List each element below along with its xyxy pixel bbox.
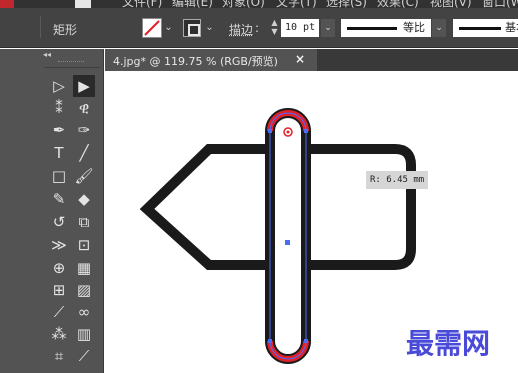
menu-object[interactable]: 对象(O) — [222, 0, 265, 8]
symbol-sprayer-tool-icon[interactable]: ⁂ — [48, 323, 70, 345]
shape-builder-tool-icon[interactable]: ⊕ — [48, 257, 70, 279]
blend-tool-icon[interactable]: ∞ — [73, 301, 95, 323]
stroke-weight-spinner-icon[interactable]: ▲ ▼ — [270, 18, 279, 38]
free-transform-tool-icon[interactable]: ⊡ — [73, 234, 95, 256]
anchor-point[interactable] — [304, 129, 308, 133]
rectangle-tool-icon[interactable]: □ — [48, 165, 70, 187]
brush-definition[interactable]: 基本 — [453, 19, 518, 37]
control-bar: 矩形 ⌄ ⌄ 描边 : ▲▼ 10 pt ⌄ 等比 ⌄ 基本 — [0, 8, 518, 48]
paintbrush-tool-icon[interactable]: 🖌 — [73, 165, 95, 187]
artboard-canvas[interactable]: R: 6.45 mm 最需网 — [105, 71, 518, 373]
anchor-point[interactable] — [304, 339, 308, 343]
menu-edit[interactable]: 编辑(E) — [172, 0, 213, 8]
control-bar-grip — [40, 16, 41, 38]
app-logo-icon — [0, 0, 14, 8]
live-corner-widget-dot — [286, 130, 290, 134]
width-tool-icon[interactable]: ≫ — [48, 234, 70, 256]
panel-grip — [58, 61, 84, 64]
anchor-point[interactable] — [268, 129, 272, 133]
magic-wand-tool-icon[interactable]: ⁑ — [48, 97, 70, 119]
artboard-tool-icon[interactable]: ⌗ — [48, 345, 70, 367]
collapse-panel-icon[interactable]: ◂◂ — [43, 50, 51, 59]
shaper-tool-icon[interactable]: ✎ — [48, 188, 70, 210]
lasso-tool-icon[interactable]: ዊ — [73, 97, 95, 119]
slice-tool-icon[interactable]: ⟋ — [73, 345, 95, 367]
type-tool-icon[interactable]: T — [48, 142, 70, 164]
menu-effect[interactable]: 效果(C) — [377, 0, 419, 8]
menu-type[interactable]: 文字(T) — [276, 0, 317, 8]
brush-line-preview — [459, 27, 501, 30]
eyedropper-tool-icon[interactable]: ⟋ — [48, 301, 70, 323]
fill-swatch[interactable] — [142, 18, 162, 38]
tools-panel: ◂◂ ▷ ▶ ⁑ ዊ ✒ ✑ T ╱ □ 🖌 ✎ ◆ ↺ ⧉ ≫ ⊡ ⊕ ▦ ⊞… — [40, 49, 104, 373]
menu-select[interactable]: 选择(S) — [326, 0, 367, 8]
stroke-dropdown-icon[interactable]: ⌄ — [203, 21, 216, 34]
column-graph-tool-icon[interactable]: ▥ — [73, 323, 95, 345]
object-type-label: 矩形 — [53, 23, 78, 37]
menu-file[interactable]: 文件(F) — [122, 0, 162, 8]
document-tab[interactable]: 4.jpg* @ 119.75 % (RGB/预览) × — [105, 49, 317, 71]
curvature-tool-icon[interactable]: ✑ — [73, 119, 95, 141]
stroke-weight-input[interactable]: 10 pt — [281, 19, 319, 37]
no-fill-icon — [144, 20, 160, 36]
menu-window[interactable]: 窗口(W) — [482, 0, 518, 8]
profile-line-preview — [347, 27, 397, 30]
profile-dropdown-icon[interactable]: ⌄ — [432, 19, 446, 37]
panel-divider — [44, 67, 100, 68]
mesh-tool-icon[interactable]: ⊞ — [48, 279, 70, 301]
profile-label: 等比 — [403, 21, 425, 34]
document-tab-bar: 4.jpg* @ 119.75 % (RGB/预览) × — [105, 49, 518, 71]
watermark: 最需网 — [406, 327, 491, 360]
fill-dropdown-icon[interactable]: ⌄ — [162, 21, 175, 34]
eraser-tool-icon[interactable]: ◆ — [73, 188, 95, 210]
perspective-grid-tool-icon[interactable]: ▦ — [73, 257, 95, 279]
menu-bar: 文件(F) 编辑(E) 对象(O) 文字(T) 选择(S) 效果(C) 视图(V… — [0, 0, 518, 8]
stroke-label[interactable]: 描边 — [229, 21, 253, 38]
line-tool-icon[interactable]: ╱ — [73, 142, 95, 164]
corner-radius-tooltip: R: 6.45 mm — [366, 171, 429, 189]
menu-view[interactable]: 视图(V) — [430, 0, 472, 8]
scale-tool-icon[interactable]: ⧉ — [73, 211, 95, 233]
variable-width-profile[interactable]: 等比 — [341, 19, 431, 37]
rotate-tool-icon[interactable]: ↺ — [48, 211, 70, 233]
left-gutter — [0, 49, 40, 373]
stroke-colon: : — [255, 21, 260, 35]
stroke-weight-dropdown-icon[interactable]: ⌄ — [321, 19, 335, 37]
direct-selection-tool-icon[interactable]: ▶ — [73, 75, 95, 97]
close-icon[interactable]: × — [295, 52, 305, 66]
center-point — [285, 240, 290, 245]
document-tab-title: 4.jpg* @ 119.75 % (RGB/预览) — [113, 55, 278, 68]
selection-tool-icon[interactable]: ▷ — [48, 75, 70, 97]
post-fill — [270, 113, 306, 359]
home-icon[interactable] — [72, 0, 94, 8]
anchor-point[interactable] — [268, 339, 272, 343]
pen-tool-icon[interactable]: ✒ — [48, 119, 70, 141]
stroke-swatch[interactable] — [183, 19, 201, 37]
gradient-tool-icon[interactable]: ▨ — [73, 279, 95, 301]
brush-label: 基本 — [505, 21, 518, 34]
